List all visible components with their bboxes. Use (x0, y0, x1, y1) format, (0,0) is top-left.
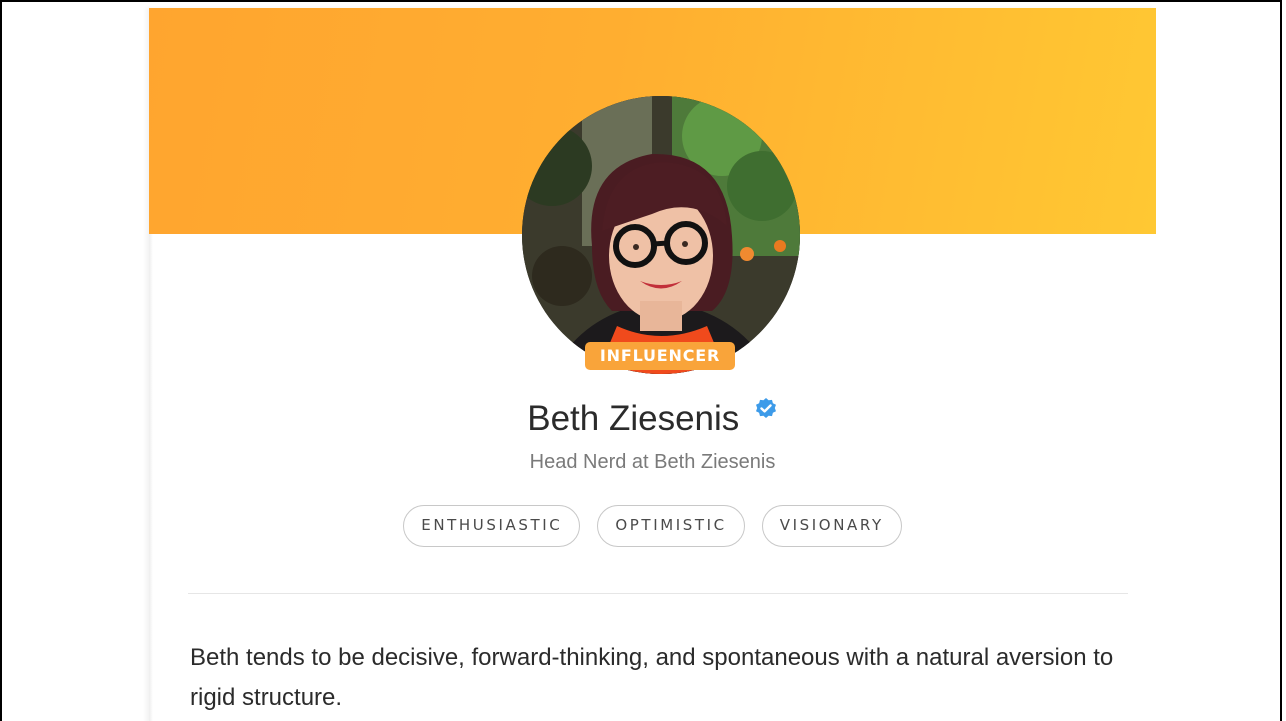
profile-description: Beth tends to be decisive, forward-think… (190, 644, 1114, 711)
tag-visionary[interactable]: VISIONARY (761, 505, 902, 547)
card-edge-shadow (149, 234, 153, 721)
profile-card: INFLUENCER Beth Ziesenis Head Nerd at Be… (149, 8, 1156, 721)
tag-enthusiastic[interactable]: ENTHUSIASTIC (403, 505, 581, 547)
profile-headline: Head Nerd at Beth Ziesenis (529, 451, 776, 473)
verified-check-icon (754, 395, 778, 439)
browser-frame: INFLUENCER Beth Ziesenis Head Nerd at Be… (0, 0, 1282, 721)
name-row: Beth Ziesenis (149, 397, 1156, 441)
profile-name: Beth Ziesenis (527, 399, 740, 438)
personality-tags: ENTHUSIASTIC OPTIMISTIC VISIONARY (149, 505, 1156, 547)
influencer-badge: INFLUENCER (585, 342, 735, 370)
divider (188, 593, 1128, 594)
avatar[interactable] (522, 96, 800, 374)
tag-optimistic[interactable]: OPTIMISTIC (597, 505, 745, 547)
